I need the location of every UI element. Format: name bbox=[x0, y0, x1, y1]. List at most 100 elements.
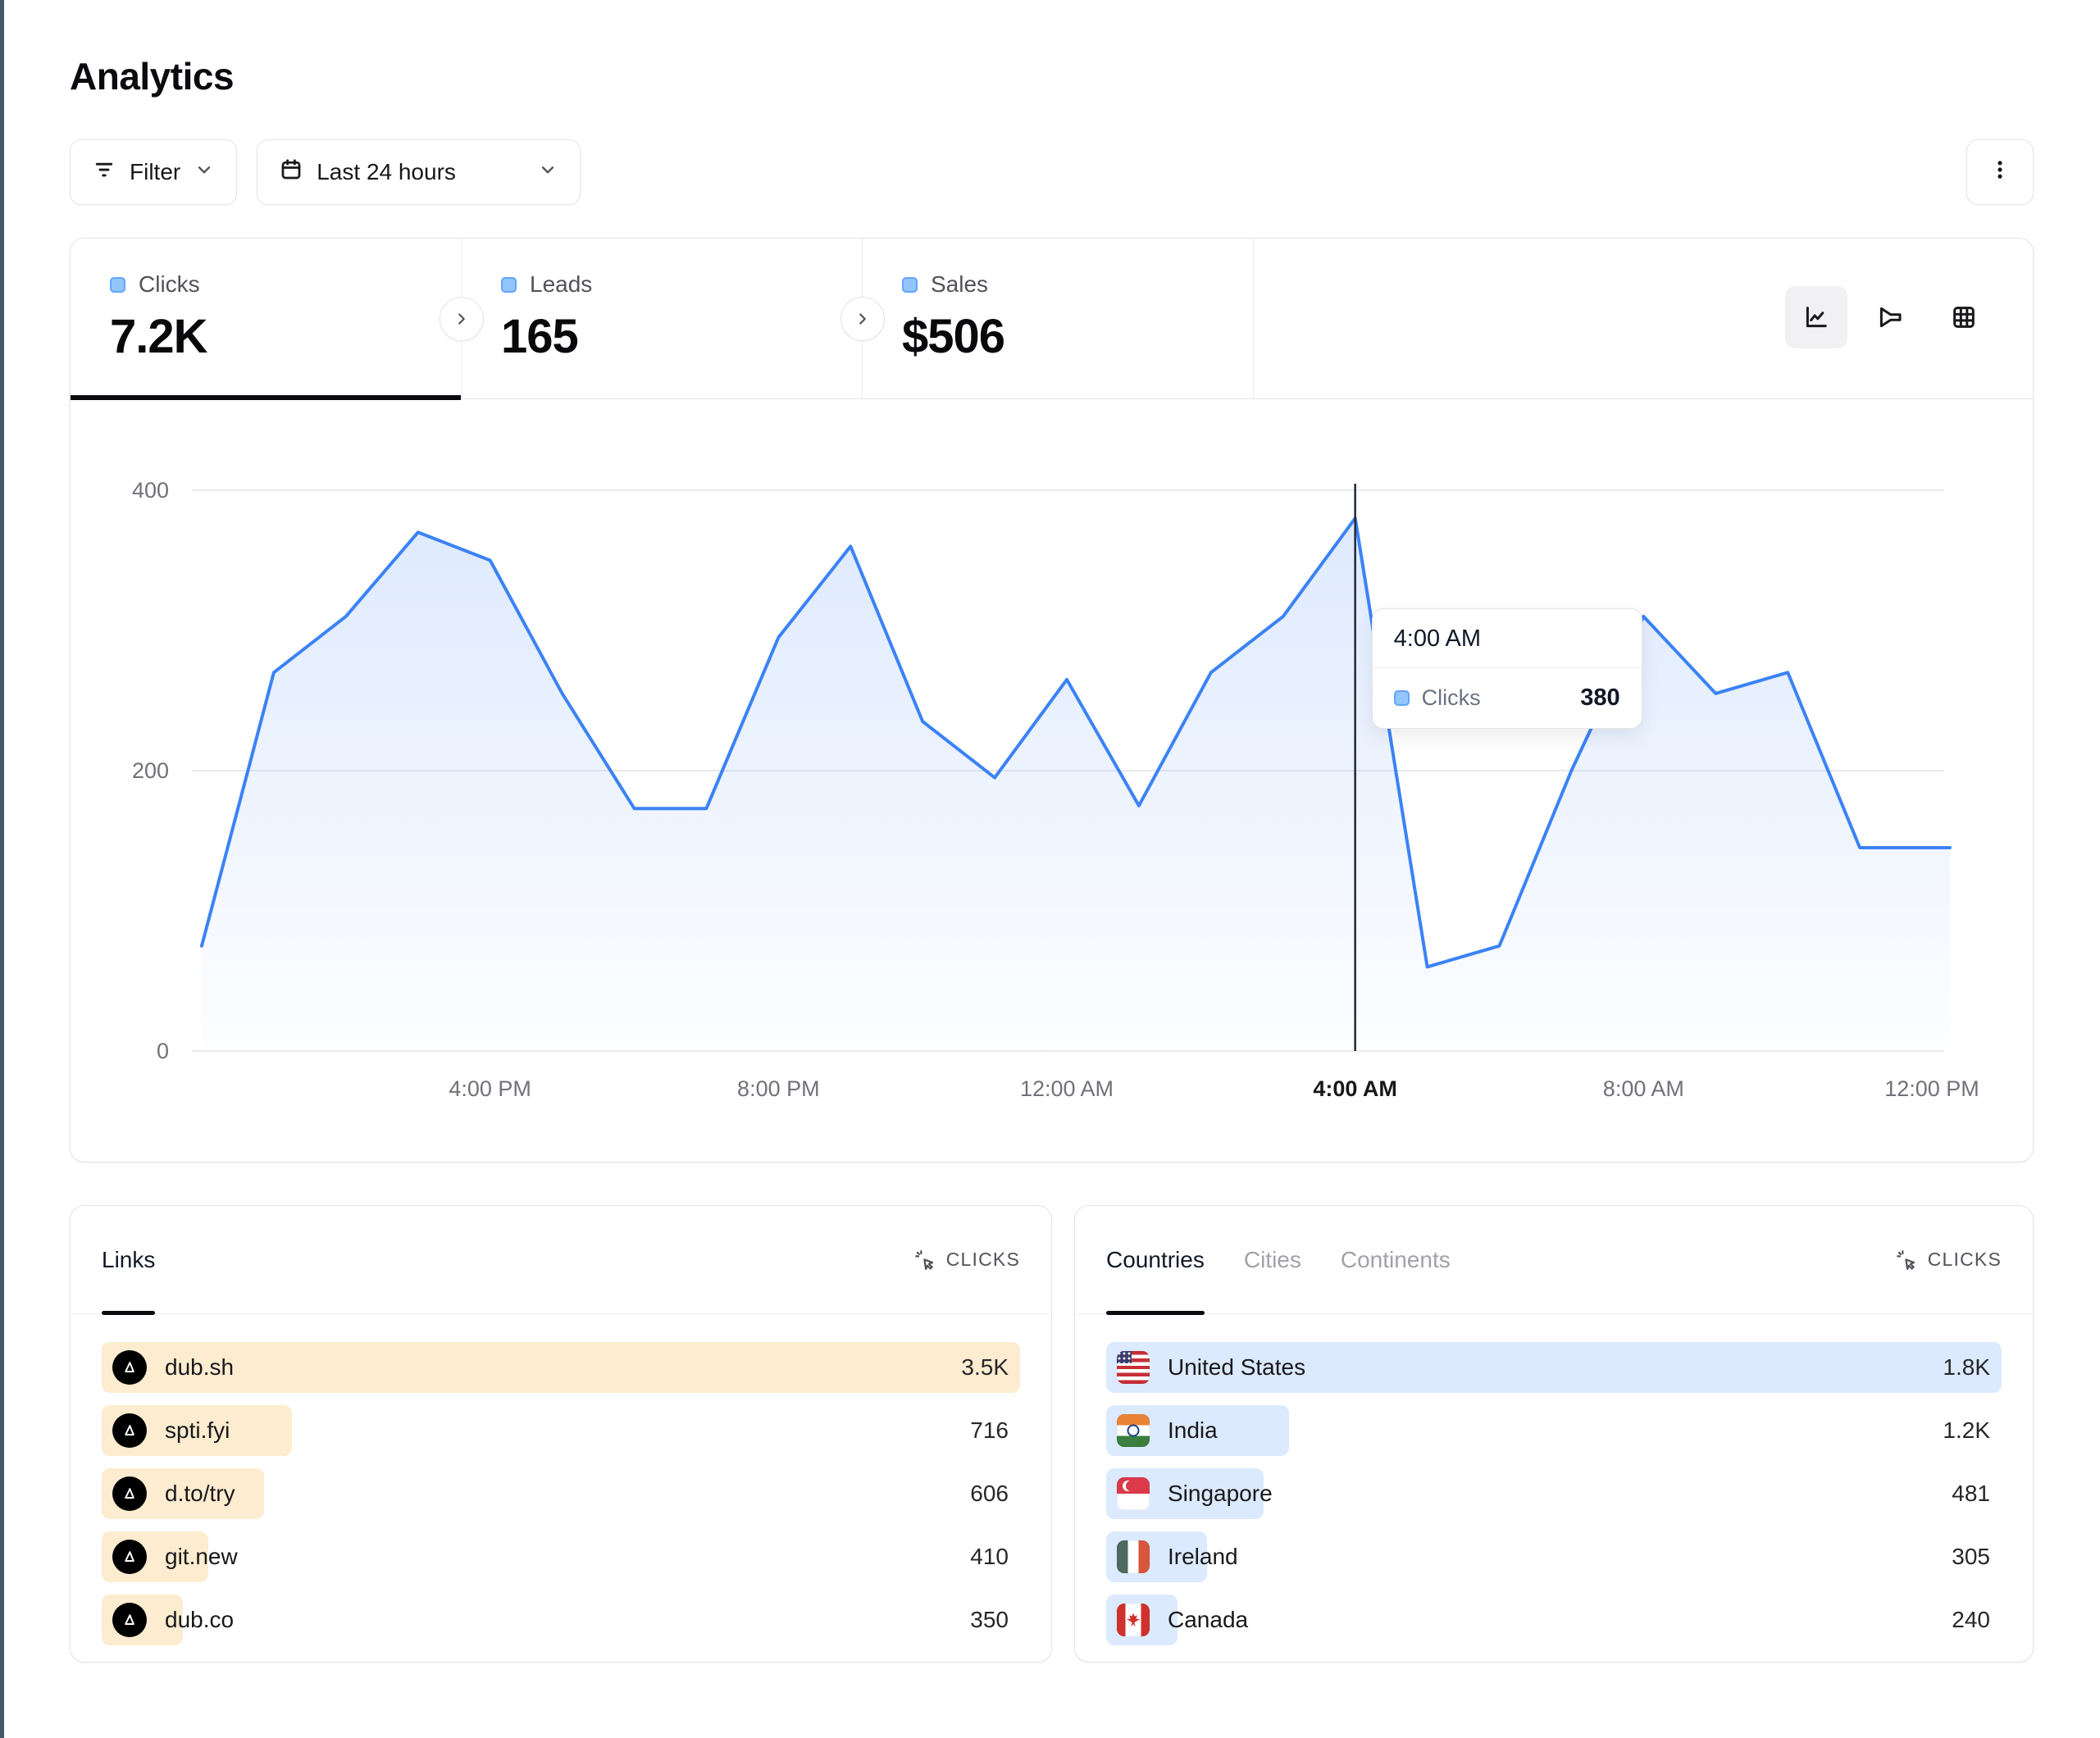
links-panel: Links CLICKS dub.sh3.5K spti.fyi716 d.to/t… bbox=[70, 1205, 1052, 1663]
grid-icon bbox=[1950, 303, 1978, 331]
analytics-page: Analytics Filter Last 24 hou bbox=[70, 0, 2034, 1663]
row-label: Singapore bbox=[1168, 1481, 1273, 1507]
flag-in-icon bbox=[1117, 1414, 1150, 1447]
funnel-view-button[interactable] bbox=[1859, 286, 1921, 348]
area-fill bbox=[202, 518, 1950, 1051]
flag-sg-icon bbox=[1117, 1477, 1150, 1510]
row-value: 410 bbox=[970, 1544, 1020, 1570]
metric-label: CLICKS bbox=[946, 1249, 1020, 1271]
filter-button-label: Filter bbox=[130, 159, 180, 185]
dub-logo-icon bbox=[112, 1413, 147, 1448]
link-row[interactable]: spti.fyi716 bbox=[102, 1405, 1020, 1456]
dub-logo-icon bbox=[112, 1350, 147, 1385]
chevron-right-icon bbox=[453, 310, 471, 328]
stat-value: $506 bbox=[902, 309, 1253, 364]
x-axis-label: 8:00 AM bbox=[1603, 1076, 1684, 1101]
tooltip-time: 4:00 AM bbox=[1373, 609, 1642, 668]
tab-sales[interactable]: Sales $506 bbox=[863, 239, 1254, 398]
row-label: git.new bbox=[165, 1544, 238, 1570]
stat-label: Sales bbox=[931, 271, 988, 298]
links-list: dub.sh3.5K spti.fyi716 d.to/try 606 git.new 4… bbox=[71, 1314, 1051, 1662]
tab-countries-cities[interactable]: Cities bbox=[1244, 1206, 1301, 1313]
row-value: 350 bbox=[970, 1607, 1020, 1633]
clicks-legend-square bbox=[110, 277, 125, 293]
row-label: India bbox=[1168, 1417, 1218, 1444]
chart-plot: 02004004:00 PM8:00 PM12:00 AM4:00 AM8:00… bbox=[71, 399, 2032, 1162]
links-metric-selector[interactable]: CLICKS bbox=[913, 1206, 1020, 1313]
row-value: 1.8K bbox=[1943, 1354, 2002, 1381]
country-row[interactable]: Canada 240 bbox=[1106, 1595, 2002, 1645]
chart-tooltip: 4:00 AM Clicks 380 bbox=[1372, 608, 1642, 729]
filter-button[interactable]: Filter bbox=[70, 139, 237, 205]
country-row[interactable]: United States1.8K bbox=[1106, 1342, 2002, 1393]
countries-panel-tabs: Countries Cities Continents bbox=[1106, 1206, 1451, 1313]
country-row[interactable]: Singapore 481 bbox=[1106, 1468, 2002, 1519]
x-axis-label: 12:00 AM bbox=[1020, 1076, 1114, 1101]
countries-list: United States1.8K India 1.2K Singapore 481 Ir… bbox=[1075, 1314, 2033, 1662]
row-value: 481 bbox=[1952, 1481, 2002, 1507]
row-value: 305 bbox=[1952, 1544, 2002, 1570]
x-axis-label: 8:00 PM bbox=[737, 1076, 820, 1101]
row-label: Canada bbox=[1168, 1607, 1248, 1633]
country-row[interactable]: Ireland 305 bbox=[1106, 1531, 2002, 1582]
date-range-label: Last 24 hours bbox=[317, 159, 456, 185]
row-value: 240 bbox=[1952, 1607, 2002, 1633]
x-axis-label: 4:00 AM bbox=[1313, 1076, 1397, 1101]
row-label: d.to/try bbox=[165, 1481, 235, 1507]
countries-metric-selector[interactable]: CLICKS bbox=[1895, 1206, 2002, 1313]
cursor-click-icon bbox=[1895, 1249, 1918, 1272]
dub-logo-icon bbox=[112, 1476, 147, 1511]
more-options-button[interactable] bbox=[1966, 139, 2034, 205]
expand-leads-button[interactable] bbox=[840, 297, 885, 341]
tab-leads[interactable]: Leads 165 bbox=[462, 239, 863, 398]
tab-countries-countries[interactable]: Countries bbox=[1106, 1206, 1205, 1313]
expand-clicks-button[interactable] bbox=[440, 297, 484, 341]
y-axis-label: 400 bbox=[132, 478, 169, 503]
countries-panel: Countries Cities Continents CLICKS United … bbox=[1074, 1205, 2034, 1663]
tab-countries-continents[interactable]: Continents bbox=[1341, 1206, 1451, 1313]
chevron-down-icon bbox=[537, 159, 558, 186]
clicks-area-chart[interactable]: 02004004:00 PM8:00 PM12:00 AM4:00 AM8:00… bbox=[71, 399, 2033, 1162]
row-value: 716 bbox=[970, 1417, 1020, 1444]
line-chart-view-button[interactable] bbox=[1785, 286, 1847, 348]
sales-legend-square bbox=[902, 277, 918, 293]
link-row[interactable]: d.to/try 606 bbox=[102, 1468, 1020, 1519]
tooltip-series-label: Clicks bbox=[1422, 685, 1481, 711]
flag-ca-icon bbox=[1117, 1604, 1150, 1636]
y-axis-label: 0 bbox=[157, 1039, 169, 1063]
chevron-right-icon bbox=[854, 310, 872, 328]
links-panel-tabs: Links bbox=[102, 1206, 155, 1313]
sidebar-edge-strip bbox=[0, 0, 4, 1738]
x-axis-label: 12:00 PM bbox=[1884, 1076, 1979, 1101]
calendar-icon bbox=[279, 157, 303, 188]
x-axis-label: 4:00 PM bbox=[449, 1076, 531, 1101]
link-row[interactable]: dub.sh3.5K bbox=[102, 1342, 1020, 1393]
country-row[interactable]: India 1.2K bbox=[1106, 1405, 2002, 1456]
date-range-button[interactable]: Last 24 hours bbox=[257, 139, 581, 205]
tab-links-links[interactable]: Links bbox=[102, 1206, 155, 1313]
stat-value: 7.2K bbox=[110, 309, 461, 364]
toolbar: Filter Last 24 hours bbox=[70, 139, 2034, 205]
row-label: Ireland bbox=[1168, 1544, 1238, 1570]
metric-label: CLICKS bbox=[1928, 1249, 2002, 1271]
flag-ie-icon bbox=[1117, 1540, 1150, 1573]
stat-label: Clicks bbox=[139, 271, 200, 298]
link-row[interactable]: dub.co 350 bbox=[102, 1595, 1020, 1645]
tooltip-legend-square bbox=[1394, 690, 1410, 706]
filter-icon bbox=[92, 157, 116, 188]
stats-tabs: Clicks 7.2K Leads 165 Sales $506 bbox=[71, 239, 2033, 399]
row-label: dub.co bbox=[165, 1607, 234, 1633]
tab-clicks[interactable]: Clicks 7.2K bbox=[71, 239, 462, 398]
tooltip-value: 380 bbox=[1580, 685, 1619, 712]
link-row[interactable]: git.new 410 bbox=[102, 1531, 1020, 1582]
leads-legend-square bbox=[501, 277, 517, 293]
dub-logo-icon bbox=[112, 1540, 147, 1574]
dub-logo-icon bbox=[112, 1603, 147, 1637]
stat-value: 165 bbox=[501, 309, 862, 364]
cursor-click-icon bbox=[913, 1249, 936, 1272]
table-view-button[interactable] bbox=[1933, 286, 1995, 348]
chevron-down-icon bbox=[194, 159, 215, 186]
row-value: 3.5K bbox=[961, 1354, 1020, 1381]
row-value: 1.2K bbox=[1943, 1417, 2002, 1444]
row-value: 606 bbox=[970, 1481, 1020, 1507]
